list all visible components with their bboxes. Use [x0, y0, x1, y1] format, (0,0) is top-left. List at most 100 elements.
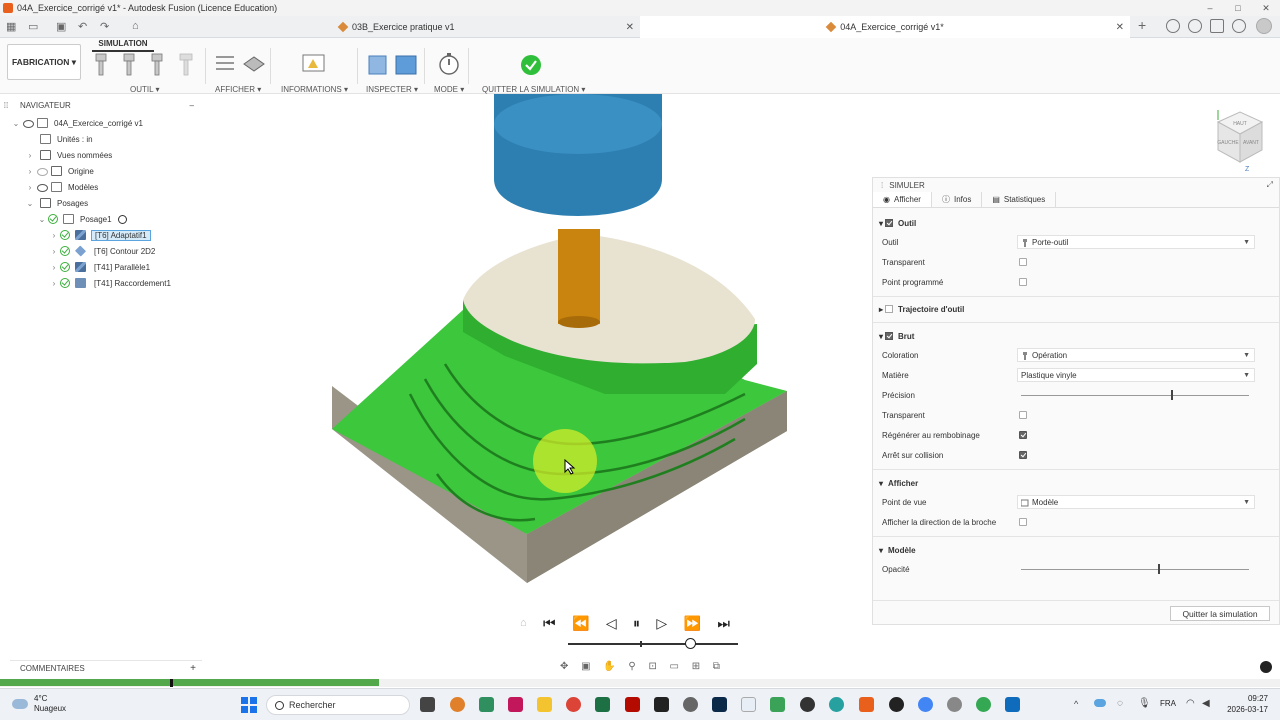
app-icon[interactable]	[889, 697, 904, 712]
app-icon[interactable]	[683, 697, 698, 712]
regenerer-checkbox[interactable]	[1019, 431, 1027, 439]
chevron-down-icon[interactable]: ▾	[879, 546, 883, 555]
expand-icon[interactable]: ⤢	[1267, 180, 1273, 190]
chevron-down-icon[interactable]: ▾	[879, 479, 883, 488]
chevron-down-icon[interactable]: ⌄	[24, 199, 36, 208]
tab-statistiques[interactable]: ▤ Statistiques	[982, 192, 1057, 207]
opacite-slider-handle[interactable]	[1157, 564, 1160, 574]
chrome-icon[interactable]	[566, 697, 581, 712]
viewports-icon[interactable]: ⧉	[713, 661, 720, 672]
settings-icon[interactable]	[947, 697, 962, 712]
volume-icon[interactable]: ◀	[1202, 698, 1210, 709]
trajectoire-section-header[interactable]: ▸ Trajectoire d'outil	[879, 302, 964, 316]
chrome-icon[interactable]	[918, 697, 933, 712]
pan-icon[interactable]: ✋	[603, 661, 615, 672]
redo-icon[interactable]: ↷	[100, 20, 109, 33]
app-icon[interactable]	[654, 697, 669, 712]
grip-icon[interactable]: ⁞⁞	[0, 101, 12, 110]
clock[interactable]: 09:27 2026-03-17	[1227, 693, 1268, 715]
language-indicator[interactable]: FRA	[1160, 699, 1176, 708]
chevron-down-icon[interactable]: ▾	[879, 332, 883, 341]
photoshop-icon[interactable]	[712, 697, 727, 712]
job-status-icon[interactable]	[1188, 19, 1202, 33]
previous-operation-button[interactable]: ⏪	[572, 615, 589, 632]
visibility-eye-icon[interactable]	[36, 167, 48, 176]
matiere-select[interactable]: Plastique vinyle ▼	[1017, 368, 1255, 382]
maximize-button[interactable]: □	[1224, 0, 1252, 16]
afficher-icons[interactable]	[212, 52, 266, 78]
undo-icon[interactable]: ↶	[78, 20, 87, 33]
workspace-switcher[interactable]: FABRICATION ▾	[7, 44, 81, 80]
step-back-button[interactable]: ◁	[606, 615, 617, 632]
outil-section-checkbox[interactable]	[885, 219, 894, 227]
file-explorer-icon[interactable]	[537, 697, 552, 712]
file-menu-icon[interactable]: ▭	[28, 20, 38, 33]
save-icon[interactable]: ▣	[56, 20, 66, 33]
mode-icon[interactable]	[437, 52, 461, 76]
weather-widget[interactable]: 4°C Nuageux	[12, 694, 66, 714]
acrobat-icon[interactable]	[625, 697, 640, 712]
app-icon[interactable]	[800, 697, 815, 712]
operation-item[interactable]: › [T41] Parallèle1	[48, 259, 153, 275]
simulation-timeline[interactable]	[568, 643, 738, 645]
chevron-down-icon[interactable]: ⌄	[36, 215, 48, 224]
avatar[interactable]	[1256, 18, 1272, 34]
inspecter-menu[interactable]: INSPECTER ▾	[366, 85, 418, 94]
next-operation-button[interactable]: ⏩	[684, 615, 701, 632]
close-button[interactable]: ✕	[1252, 0, 1280, 16]
modele-section-header[interactable]: ▾ Modèle	[879, 543, 916, 557]
informations-menu[interactable]: INFORMATIONS ▾	[281, 85, 348, 94]
calculator-icon[interactable]	[479, 697, 494, 712]
zoom-icon[interactable]: ⚲	[628, 661, 635, 672]
brut-section-header[interactable]: ▾ Brut	[879, 329, 914, 343]
fit-icon[interactable]: ⊡	[648, 661, 656, 672]
informations-icon[interactable]	[302, 54, 326, 74]
grid-menu-icon[interactable]: ▦	[6, 20, 16, 33]
display-settings-icon[interactable]: ▭	[670, 661, 679, 672]
look-at-icon[interactable]: ▣	[581, 661, 590, 672]
chevron-right-icon[interactable]: ›	[24, 167, 36, 176]
grip-icon[interactable]: ⁞	[881, 181, 883, 190]
add-comment-button[interactable]: +	[190, 663, 196, 674]
chevron-right-icon[interactable]: ›	[24, 183, 36, 192]
units-item[interactable]: Unités : in	[40, 131, 93, 147]
tab-close-icon[interactable]: ✕	[1116, 22, 1124, 33]
tray-chevron-icon[interactable]: ^	[1074, 699, 1078, 709]
view-cube[interactable]: HAUT GAUCHE AVANT Z	[1210, 108, 1270, 174]
app-icon[interactable]	[450, 697, 465, 712]
go-to-end-button[interactable]: ⏭	[717, 615, 730, 632]
origin-item[interactable]: › Origine	[24, 163, 94, 179]
chevron-right-icon[interactable]: ›	[48, 279, 60, 288]
operation-item[interactable]: › [T6] Contour 2D2	[48, 243, 158, 259]
windows-start-icon[interactable]	[241, 697, 257, 713]
mode-menu[interactable]: MODE ▾	[434, 85, 464, 94]
named-views-item[interactable]: › Vues nommées	[24, 147, 112, 163]
chevron-down-icon[interactable]: ⌄	[10, 119, 22, 128]
quitter-simulation-menu[interactable]: QUITTER LA SIMULATION ▾	[482, 85, 585, 94]
tab-infos[interactable]: ⓘ Infos	[932, 192, 983, 207]
taskbar-search[interactable]: Rechercher	[266, 695, 410, 715]
feedback-icon[interactable]	[1260, 661, 1272, 673]
grid-settings-icon[interactable]: ⊞	[692, 661, 700, 672]
setups-item[interactable]: ⌄ Posages	[24, 195, 88, 211]
precision-slider[interactable]	[1021, 390, 1249, 400]
trajectoire-checkbox[interactable]	[885, 305, 894, 313]
afficher-section-header[interactable]: ▾ Afficher	[879, 476, 918, 490]
go-to-start-button[interactable]: ⏮	[543, 615, 556, 632]
network-icon[interactable]: ◌	[1117, 698, 1123, 709]
minimize-button[interactable]: –	[1196, 0, 1224, 16]
help-icon[interactable]	[1232, 19, 1246, 33]
app-icon[interactable]	[770, 697, 785, 712]
chevron-right-icon[interactable]: ›	[48, 263, 60, 272]
chrome-icon[interactable]	[976, 697, 991, 712]
new-tab-icon[interactable]: +	[1138, 17, 1146, 33]
visibility-eye-icon[interactable]	[36, 183, 48, 192]
inspecter-icons[interactable]	[366, 52, 420, 78]
outlook-icon[interactable]	[1005, 697, 1020, 712]
activate-radio-icon[interactable]	[117, 214, 127, 224]
transparent-checkbox[interactable]	[1019, 258, 1027, 266]
outil-select[interactable]: Porte-outil ▼	[1017, 235, 1255, 249]
arret-collision-checkbox[interactable]	[1019, 451, 1027, 459]
orbit-icon[interactable]: ✥	[560, 661, 568, 672]
tab-simulation[interactable]: SIMULATION	[92, 38, 154, 52]
